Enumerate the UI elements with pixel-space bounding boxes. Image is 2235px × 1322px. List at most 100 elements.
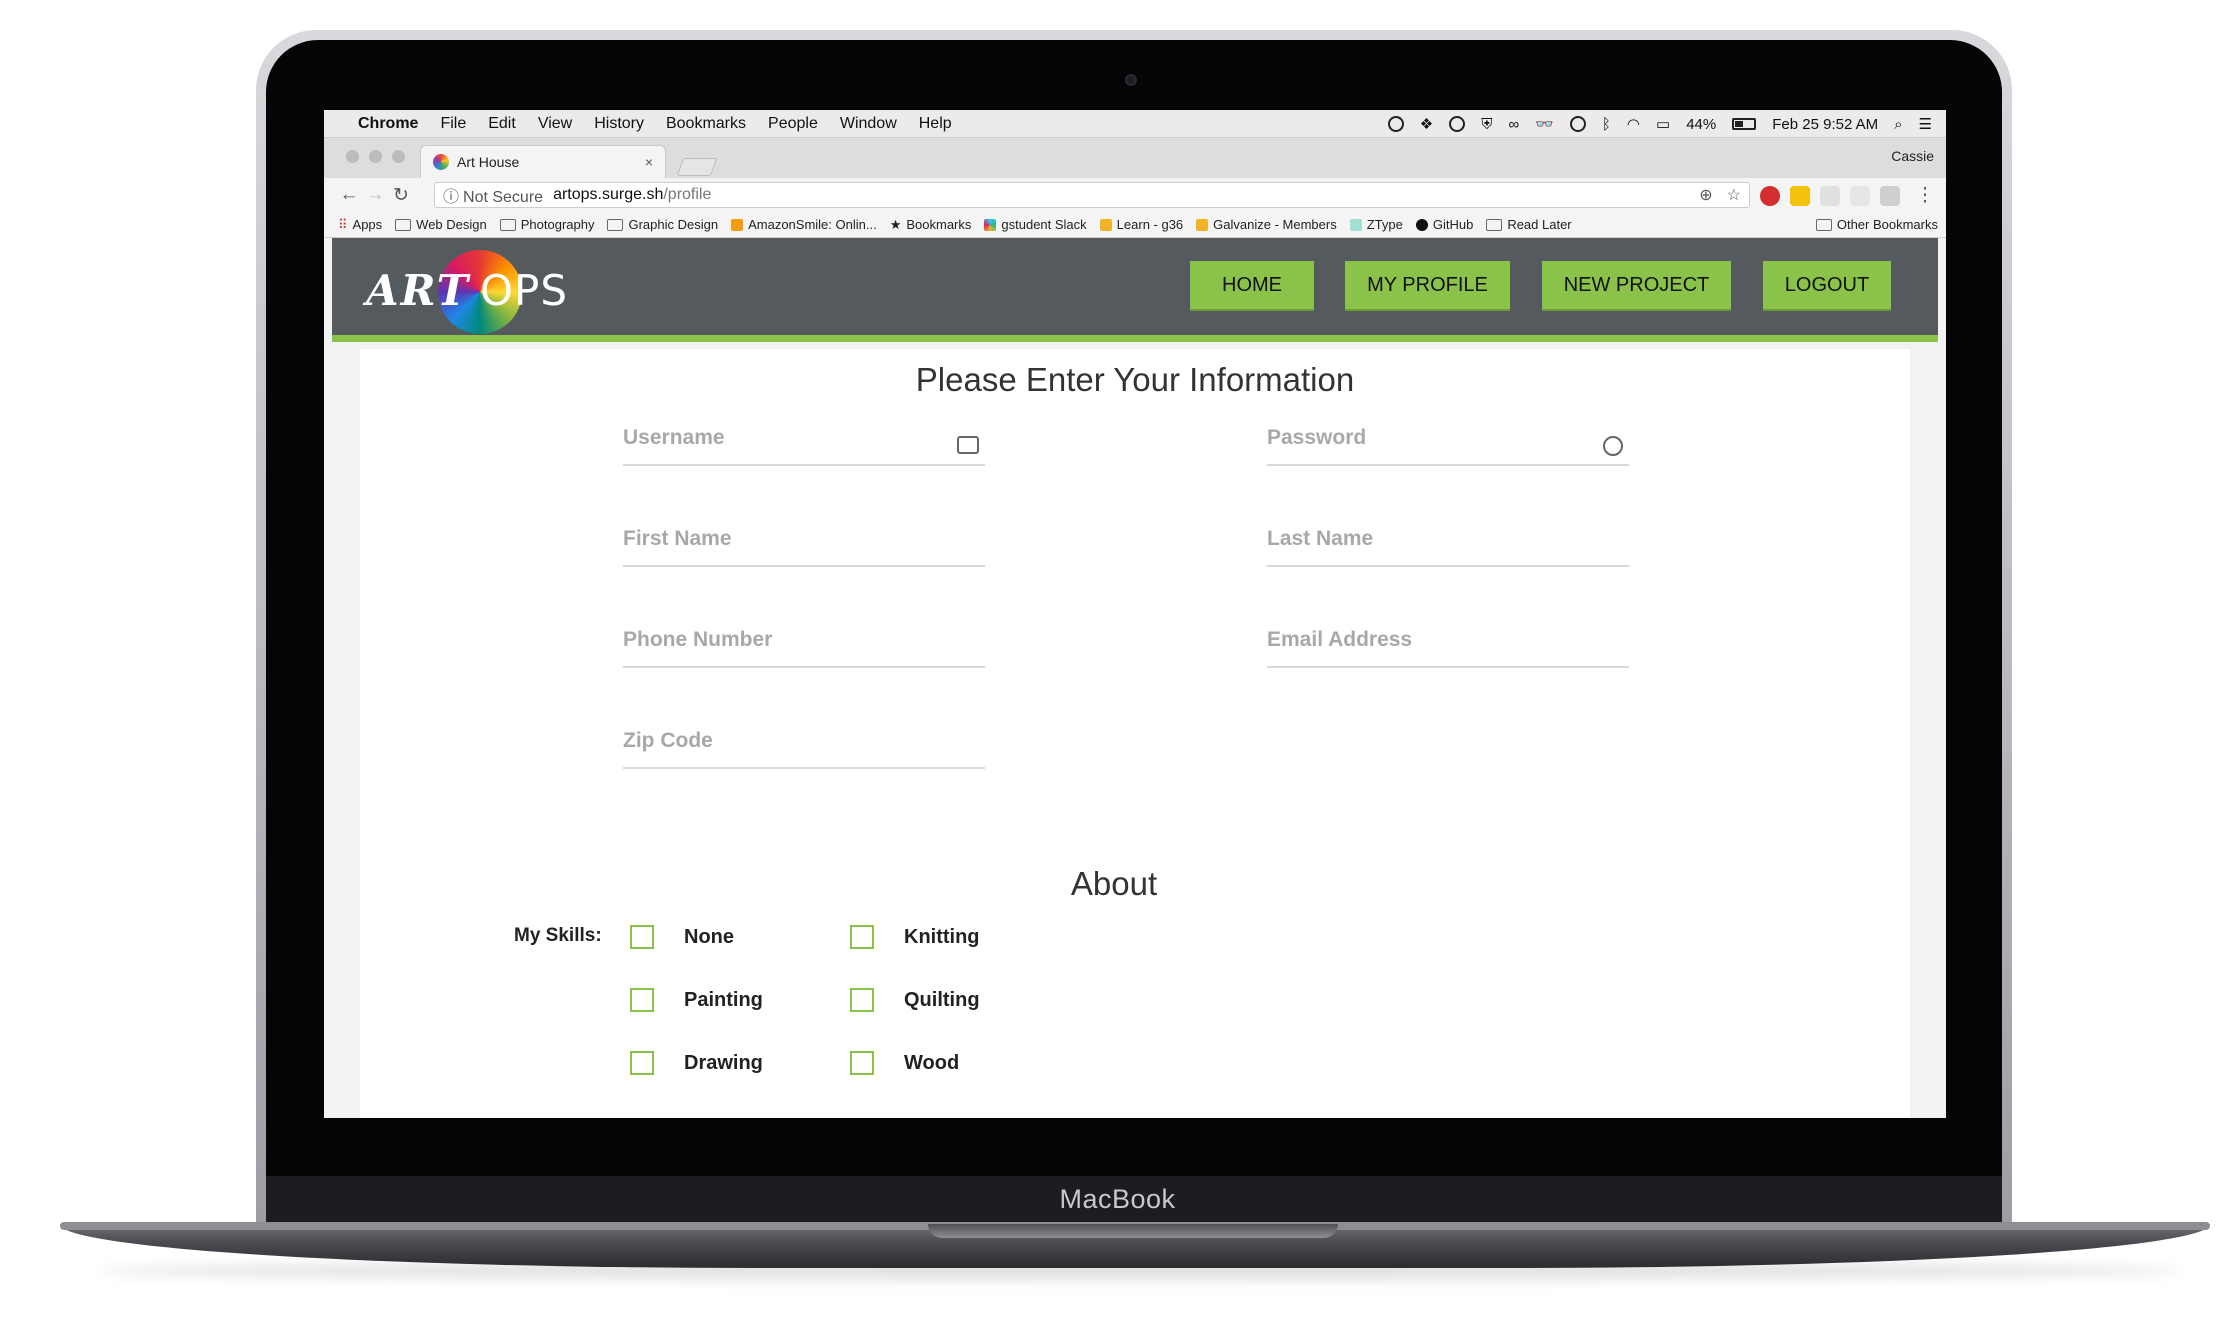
window-controls <box>346 150 405 163</box>
menu-help[interactable]: Help <box>919 115 952 133</box>
last-name-field[interactable] <box>1267 527 1629 567</box>
grid-extension-icon[interactable] <box>1850 186 1870 206</box>
battery-percent: 44% <box>1686 115 1717 133</box>
notification-center-icon[interactable]: ☰ <box>1919 115 1932 133</box>
email-field[interactable] <box>1267 628 1629 668</box>
notes-extension-icon[interactable] <box>1790 186 1810 206</box>
bookmarks-bar: ⠿ Apps Web Design Photography Graphic Des… <box>324 212 1946 238</box>
bookmark-learn-g36[interactable]: Learn - g36 <box>1099 217 1183 232</box>
nav-new-project-button[interactable]: NEW PROJECT <box>1542 261 1731 311</box>
bookmark-label: Photography <box>520 217 595 232</box>
browser-tab-art-house[interactable]: Art House × <box>420 145 666 178</box>
menu-bookmarks[interactable]: Bookmarks <box>666 115 746 133</box>
do-not-disturb-icon[interactable] <box>1569 116 1586 132</box>
menu-chrome[interactable]: Chrome <box>358 115 418 133</box>
bookmark-read-later[interactable]: Read Later <box>1486 217 1572 232</box>
checkbox[interactable] <box>630 925 654 949</box>
menu-view[interactable]: View <box>538 115 572 133</box>
first-name-input[interactable] <box>623 527 943 551</box>
battery-icon[interactable] <box>1732 118 1757 130</box>
checkbox[interactable] <box>850 925 874 949</box>
browser-toolbar: ← → ↻ Not Secure artops.surge.sh /profil… <box>324 178 1946 212</box>
bookmark-github[interactable]: GitHub <box>1415 217 1474 232</box>
menu-history[interactable]: History <box>594 115 644 133</box>
menu-edit[interactable]: Edit <box>488 115 516 133</box>
artops-logo[interactable]: ART OPS <box>366 248 567 334</box>
back-arrow-icon[interactable]: ← <box>336 184 362 206</box>
bookmark-graphic-design[interactable]: Graphic Design <box>607 217 718 232</box>
bookmark-ztype[interactable]: ZType <box>1349 217 1403 232</box>
link-icon[interactable]: ∞ <box>1509 116 1520 133</box>
k-extension-icon[interactable] <box>1880 186 1900 206</box>
password-input[interactable] <box>1267 426 1587 450</box>
phone-input[interactable] <box>623 628 943 652</box>
bluetooth-icon[interactable]: ᛒ <box>1602 116 1611 133</box>
first-name-field[interactable] <box>623 527 985 567</box>
browser-menu-icon[interactable]: ⋮ <box>1912 184 1938 207</box>
reload-icon[interactable]: ↻ <box>388 184 414 207</box>
reader-extension-icon[interactable] <box>1820 186 1840 206</box>
bookmark-gstudent-slack[interactable]: gstudent Slack <box>984 217 1087 232</box>
nav-my-profile-button[interactable]: MY PROFILE <box>1345 261 1510 311</box>
menu-file[interactable]: File <box>440 115 466 133</box>
menubar-status-area: ❖ ⛨ ∞ 👓 ᛒ ◠ ▭ 44% Feb 25 9:52 AM ⌕ ☰ <box>1387 110 1932 138</box>
menu-people[interactable]: People <box>768 115 818 133</box>
skill-checkbox-knitting[interactable]: Knitting <box>850 925 980 949</box>
airplay-icon[interactable]: ▭ <box>1656 115 1670 133</box>
time-machine-icon[interactable] <box>1387 116 1404 132</box>
glasses-icon[interactable]: 👓 <box>1535 115 1554 133</box>
bookmark-apps[interactable]: ⠿ Apps <box>338 217 382 233</box>
minimize-window-button[interactable] <box>369 150 382 163</box>
password-field[interactable] <box>1267 426 1629 466</box>
phone-field[interactable] <box>623 628 985 668</box>
menubar-clock[interactable]: Feb 25 9:52 AM <box>1772 116 1878 133</box>
zip-code-field[interactable] <box>623 729 985 769</box>
menu-window[interactable]: Window <box>840 115 897 133</box>
address-bar[interactable]: Not Secure artops.surge.sh /profile ⊕ ☆ <box>434 182 1750 208</box>
web-page: ART OPS HOME MY PROFILE NEW PROJECT LOGO… <box>324 238 1946 1118</box>
security-indicator[interactable]: Not Secure <box>443 183 543 207</box>
browser-tab-strip: Art House × Cassie <box>324 138 1946 178</box>
nav-home-button[interactable]: HOME <box>1190 261 1314 311</box>
bookmark-photography[interactable]: Photography <box>499 217 595 232</box>
checkbox[interactable] <box>630 1051 654 1075</box>
bookmark-other-bookmarks[interactable]: Other Bookmarks <box>1815 217 1938 232</box>
bookmark-label: GitHub <box>1432 217 1474 232</box>
zoom-window-button[interactable] <box>392 150 405 163</box>
screen: Chrome File Edit View History Bookmarks … <box>324 110 1946 1118</box>
checkbox[interactable] <box>850 1051 874 1075</box>
skill-checkbox-none[interactable]: None <box>630 925 734 949</box>
zip-code-input[interactable] <box>623 729 943 753</box>
spotlight-search-icon[interactable]: ⌕ <box>1894 116 1902 133</box>
zoom-icon[interactable]: ⊕ <box>1699 185 1712 205</box>
close-window-button[interactable] <box>346 150 359 163</box>
forward-arrow-icon[interactable]: → <box>362 184 388 206</box>
username-input[interactable] <box>623 426 943 450</box>
bookmark-galvanize-members[interactable]: Galvanize - Members <box>1196 217 1337 232</box>
bookmark-amazonsmile[interactable]: AmazonSmile: Onlin... <box>731 217 877 232</box>
skill-checkbox-drawing[interactable]: Drawing <box>630 1051 763 1075</box>
new-tab-button[interactable] <box>676 158 718 176</box>
creative-cloud-icon[interactable] <box>1449 116 1466 132</box>
skill-checkbox-wood[interactable]: Wood <box>850 1051 959 1075</box>
email-input[interactable] <box>1267 628 1587 652</box>
skill-checkbox-painting[interactable]: Painting <box>630 988 763 1012</box>
bookmark-star-icon[interactable]: ☆ <box>1727 185 1741 205</box>
tab-close-icon[interactable]: × <box>645 154 653 170</box>
skills-label: My Skills: <box>514 925 602 946</box>
dropbox-icon[interactable]: ❖ <box>1420 115 1433 133</box>
skill-checkbox-quilting[interactable]: Quilting <box>850 988 980 1012</box>
checkbox[interactable] <box>630 988 654 1012</box>
bookmark-bookmarks[interactable]: ★ Bookmarks <box>890 217 972 233</box>
shield-icon[interactable]: ⛨ <box>1481 116 1492 133</box>
bookmark-label: Bookmarks <box>906 217 972 232</box>
adblock-extension-icon[interactable] <box>1760 186 1780 206</box>
username-field[interactable] <box>623 426 985 466</box>
nav-logout-button[interactable]: LOGOUT <box>1763 261 1891 311</box>
last-name-input[interactable] <box>1267 527 1587 551</box>
browser-profile-name[interactable]: Cassie <box>1891 148 1934 164</box>
url-path: /profile <box>663 186 712 203</box>
checkbox[interactable] <box>850 988 874 1012</box>
bookmark-web-design[interactable]: Web Design <box>395 217 487 232</box>
wifi-icon[interactable]: ◠ <box>1627 115 1640 133</box>
